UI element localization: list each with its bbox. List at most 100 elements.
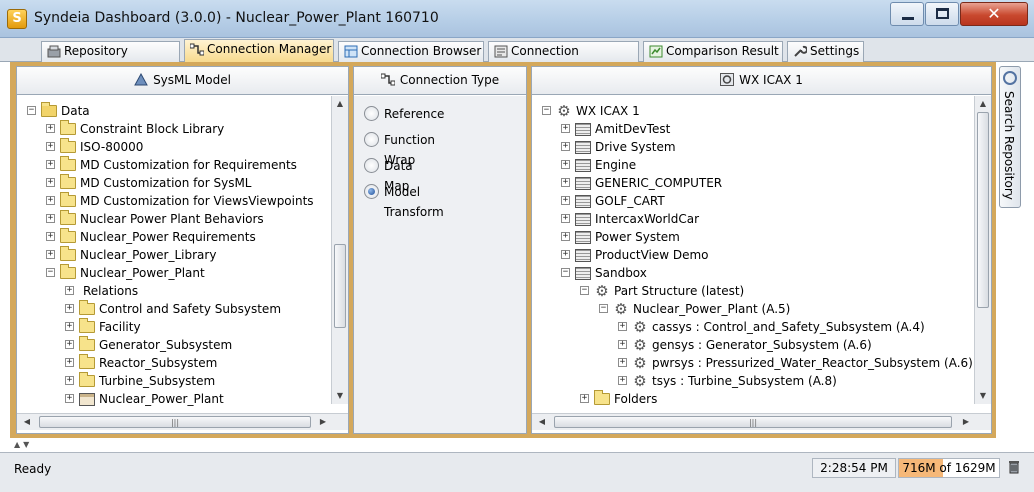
expand-icon[interactable]: + — [46, 178, 55, 187]
tree-item[interactable]: + ⚙ pwrsys : Pressurized_Water_Reactor_Sub… — [532, 354, 973, 372]
collapse-icon[interactable]: − — [46, 268, 55, 277]
expand-icon[interactable]: + — [65, 394, 74, 403]
scroll-thumb[interactable] — [977, 112, 989, 308]
scroll-left-arrow[interactable]: ◀ — [19, 414, 35, 430]
expand-icon[interactable]: + — [65, 340, 74, 349]
tree-item[interactable]: + Nuclear_Power_Library — [17, 246, 330, 264]
tree-item[interactable]: − ⚙ Nuclear_Power_Plant (A.5) — [532, 300, 973, 318]
expand-icon[interactable]: + — [46, 196, 55, 205]
expand-icon[interactable]: + — [65, 376, 74, 385]
expand-icon[interactable]: + — [65, 322, 74, 331]
syndeia-app-icon[interactable]: S — [7, 9, 27, 29]
radio-icon[interactable] — [364, 132, 379, 147]
tree-item[interactable]: + ⚙ cassys : Control_and_Safety_Subsystem … — [532, 318, 973, 336]
expand-icon[interactable]: + — [65, 358, 74, 367]
expand-icon[interactable]: + — [46, 142, 55, 151]
tree-item[interactable]: + Generator_Subsystem — [17, 336, 330, 354]
tree-item[interactable]: + Nuclear_Power Requirements — [17, 228, 330, 246]
collapse-icon[interactable]: − — [27, 106, 36, 115]
tree-item[interactable]: + Constraint Block Library — [17, 120, 330, 138]
tree-item[interactable]: + ⚙ gensys : Generator_Subsystem (A.6) — [532, 336, 973, 354]
tab-comparison-result[interactable]: Comparison Result — [643, 41, 783, 62]
scroll-thumb[interactable]: ||| — [39, 416, 311, 428]
scroll-thumb[interactable]: ||| — [554, 416, 952, 428]
scroll-up-arrow[interactable]: ▲ — [332, 96, 348, 112]
tree-item[interactable]: + ProductView Demo — [532, 246, 973, 264]
maximize-button[interactable] — [925, 2, 959, 26]
radio-icon[interactable] — [364, 106, 379, 121]
collapse-icon[interactable]: − — [580, 286, 589, 295]
tree-item[interactable]: + MD Customization for Requirements — [17, 156, 330, 174]
expand-icon[interactable]: + — [561, 178, 570, 187]
expand-icon[interactable]: + — [46, 124, 55, 133]
tree-item[interactable]: + Relations — [17, 282, 330, 300]
collapse-icon[interactable]: − — [542, 106, 551, 115]
scroll-down-arrow[interactable]: ▼ — [332, 388, 348, 404]
tree-item[interactable]: + Folders — [532, 390, 973, 408]
tree-item[interactable]: + GENERIC_COMPUTER — [532, 174, 973, 192]
tree-item[interactable]: − ⚙ Part Structure (latest) — [532, 282, 973, 300]
wx-icax-tree[interactable]: − ⚙ WX ICAX 1 + AmitDevTest + Drive System + Eng… — [532, 98, 973, 416]
collapse-icon[interactable]: − — [561, 268, 570, 277]
scroll-thumb[interactable] — [334, 244, 346, 328]
tab-connection-browser[interactable]: Connection Browser — [338, 41, 484, 62]
expand-icon[interactable]: + — [561, 250, 570, 259]
expand-icon[interactable]: + — [561, 160, 570, 169]
expand-icon[interactable]: + — [618, 322, 627, 331]
expand-icon[interactable]: + — [561, 124, 570, 133]
scroll-down-arrow[interactable]: ▼ — [975, 388, 991, 404]
tree-item[interactable]: − Sandbox — [532, 264, 973, 282]
expand-icon[interactable]: + — [46, 232, 55, 241]
expand-icon[interactable]: + — [618, 340, 627, 349]
radio-icon[interactable] — [364, 184, 379, 199]
garbage-collect-icon[interactable] — [1008, 460, 1020, 474]
expand-icon[interactable]: + — [46, 214, 55, 223]
tree-item[interactable]: − Data — [17, 102, 330, 120]
tree-item[interactable]: − ⚙ WX ICAX 1 — [532, 102, 973, 120]
expand-icon[interactable]: + — [46, 160, 55, 169]
minimize-button[interactable] — [890, 2, 924, 26]
tree-item[interactable]: + ISO-80000 — [17, 138, 330, 156]
tree-item[interactable]: + IntercaxWorldCar — [532, 210, 973, 228]
tree-item[interactable]: + AmitDevTest — [532, 120, 973, 138]
collapse-icon[interactable]: − — [599, 304, 608, 313]
tree-item[interactable]: + Power System — [532, 228, 973, 246]
tree-item[interactable]: + MD Customization for ViewsViewpoints — [17, 192, 330, 210]
sysml-vertical-scrollbar[interactable]: ▲ ▼ — [331, 96, 348, 404]
tree-item[interactable]: + Engine — [532, 156, 973, 174]
scroll-right-arrow[interactable]: ▶ — [958, 414, 974, 430]
tree-item[interactable]: + Reactor_Subsystem — [17, 354, 330, 372]
tab-connection-manager[interactable]: Connection Manager — [184, 39, 334, 63]
tree-item[interactable]: + GOLF_CART — [532, 192, 973, 210]
tab-connection-summary[interactable]: Connection Summary — [488, 41, 639, 77]
panel-collapse-arrows[interactable]: ▲▼ — [14, 440, 32, 449]
expand-icon[interactable]: + — [580, 394, 589, 403]
expand-icon[interactable]: + — [65, 286, 74, 295]
memory-indicator[interactable]: 716M of 1629M — [898, 458, 1000, 478]
sysml-horizontal-scrollbar[interactable]: ◀ ||| ▶ — [17, 413, 348, 430]
expand-icon[interactable]: + — [65, 304, 74, 313]
tree-item[interactable]: + MD Customization for SysML — [17, 174, 330, 192]
sysml-tree[interactable]: − Data + Constraint Block Library + ISO-80000… — [17, 98, 330, 416]
scroll-right-arrow[interactable]: ▶ — [315, 414, 331, 430]
radio-icon[interactable] — [364, 158, 379, 173]
expand-icon[interactable]: + — [561, 214, 570, 223]
tree-item[interactable]: − Nuclear_Power_Plant — [17, 264, 330, 282]
tab-repository-manager[interactable]: Repository Manager — [41, 41, 180, 77]
scroll-left-arrow[interactable]: ◀ — [534, 414, 550, 430]
expand-icon[interactable]: + — [561, 232, 570, 241]
tree-item[interactable]: + Nuclear_Power_Plant — [17, 390, 330, 408]
expand-icon[interactable]: + — [561, 196, 570, 205]
tree-item[interactable]: + Facility — [17, 318, 330, 336]
expand-icon[interactable]: + — [618, 358, 627, 367]
tab-settings[interactable]: Settings — [787, 41, 864, 62]
tree-item[interactable]: + Drive System — [532, 138, 973, 156]
expand-icon[interactable]: + — [561, 142, 570, 151]
close-button[interactable]: ✕ — [960, 2, 1028, 26]
expand-icon[interactable]: + — [618, 376, 627, 385]
wx-icax-vertical-scrollbar[interactable]: ▲ ▼ — [974, 96, 991, 404]
search-repository-tab[interactable]: Search Repository — [999, 66, 1021, 208]
expand-icon[interactable]: + — [46, 250, 55, 259]
tree-item[interactable]: + ⚙ tsys : Turbine_Subsystem (A.8) — [532, 372, 973, 390]
wx-icax-horizontal-scrollbar[interactable]: ◀ ||| ▶ — [532, 413, 991, 430]
